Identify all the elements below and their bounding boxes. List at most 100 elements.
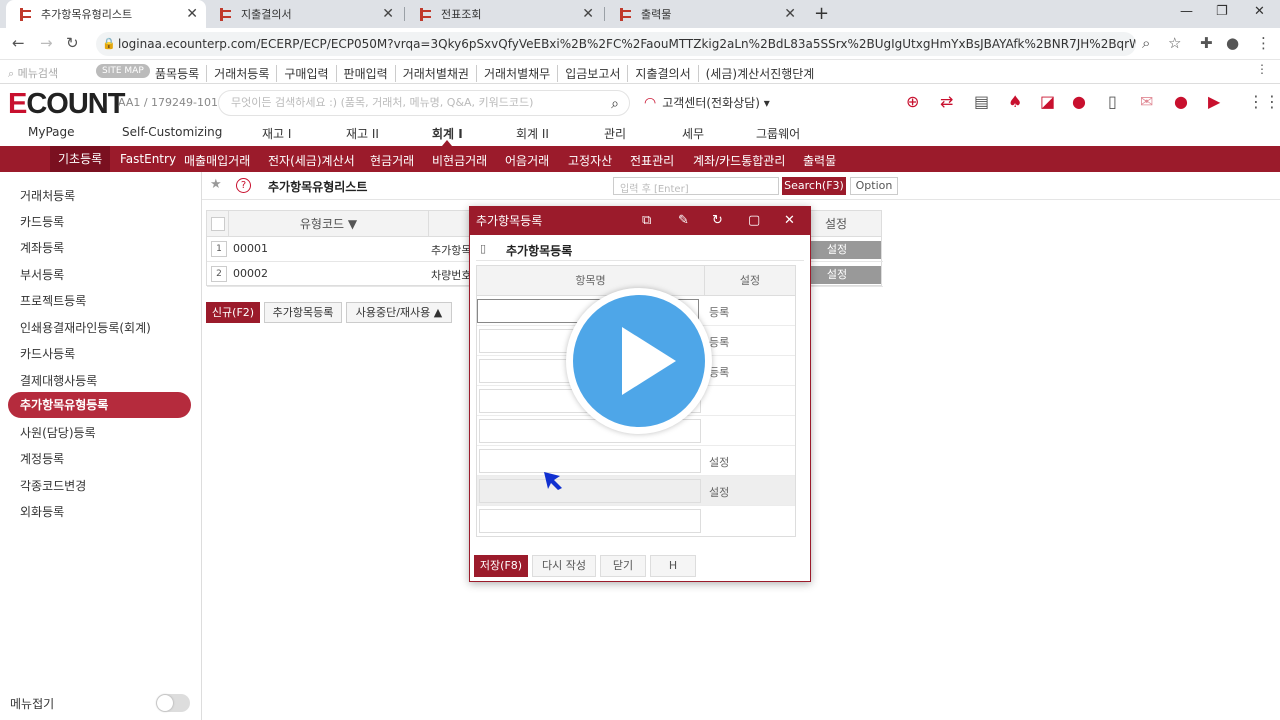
sidebar-item[interactable]: 인쇄용결재라인등록(회계)	[20, 319, 151, 336]
submenu-basic-registration[interactable]: 기초등록	[50, 146, 111, 172]
quick-menu-item[interactable]: 거래처별채권	[396, 65, 477, 82]
back-icon[interactable]: ←	[12, 34, 25, 52]
select-all-header[interactable]	[207, 211, 229, 237]
refresh-icon[interactable]: ↻	[712, 207, 723, 235]
bookmark-star-icon[interactable]: ☆	[1168, 34, 1181, 52]
search-button[interactable]: Search(F3)	[782, 177, 846, 195]
submenu-voucher[interactable]: 전표관리	[630, 152, 674, 169]
quick-menu-item[interactable]: 입금보고서	[558, 65, 629, 82]
submenu-sales-purchase[interactable]: 매출매입거래	[184, 152, 250, 169]
item-setting-link[interactable]: 등록	[709, 364, 729, 380]
menu-fold-toggle[interactable]	[156, 694, 190, 712]
option-button[interactable]: Option	[850, 177, 898, 195]
new-button[interactable]: 신규(F2)	[206, 302, 260, 323]
chart-icon[interactable]: ◪	[1040, 92, 1055, 111]
reload-icon[interactable]: ↻	[66, 34, 79, 52]
window-close-icon[interactable]: ✕	[1254, 4, 1265, 19]
main-menu-inventory-2[interactable]: 재고 II	[346, 125, 379, 142]
list-search-input[interactable]: 입력 후 [Enter]	[613, 177, 779, 195]
item-setting-link[interactable]: 설정	[709, 454, 729, 470]
type-name-cell[interactable]: 추가항목	[431, 242, 471, 258]
column-header-type-code[interactable]: 유형코드 ▼	[229, 211, 429, 237]
extensions-icon[interactable]: ✚	[1200, 34, 1213, 52]
more-icon[interactable]: ⋮	[1256, 62, 1268, 76]
type-code-cell[interactable]: 00002	[233, 267, 268, 280]
browser-tab[interactable]: 지출결의서 ✕	[206, 0, 402, 28]
toggle-use-button[interactable]: 사용중단/재사용 ▲	[346, 302, 452, 323]
history-button[interactable]: H	[650, 555, 696, 577]
chat-icon[interactable]: ●	[1072, 92, 1086, 111]
close-button[interactable]: 닫기	[600, 555, 646, 577]
save-button[interactable]: 저장(F8)	[474, 555, 528, 577]
item-setting-link[interactable]: 설정	[709, 484, 729, 500]
submenu-non-cash[interactable]: 비현금거래	[432, 152, 487, 169]
mobile-icon[interactable]: ▯	[1108, 92, 1117, 111]
main-menu-accounting-2[interactable]: 회계 II	[516, 125, 549, 142]
main-menu-inventory-1[interactable]: 재고 I	[262, 125, 291, 142]
submenu-bill[interactable]: 어음거래	[505, 152, 549, 169]
add-item-button[interactable]: 추가항목등록	[264, 302, 342, 323]
search-icon[interactable]: ⌕	[611, 92, 619, 116]
type-code-cell[interactable]: 00001	[233, 242, 268, 255]
mail-icon[interactable]: ✉	[1140, 92, 1153, 111]
minimize-icon[interactable]: —	[1180, 4, 1193, 19]
submenu-fixed-assets[interactable]: 고정자산	[568, 152, 612, 169]
browser-tab[interactable]: 출력물 ✕	[606, 0, 804, 28]
zoom-icon[interactable]: ⌕	[1142, 34, 1150, 52]
submenu-e-invoice[interactable]: 전자(세금)계산서	[268, 152, 355, 169]
maximize-icon[interactable]: ▢	[748, 207, 760, 235]
logout-icon[interactable]: ▶	[1208, 92, 1220, 111]
sidebar-item[interactable]: 결제대행사등록	[20, 372, 97, 389]
add-tab-icon[interactable]: ⊕	[906, 92, 919, 111]
new-tab-icon[interactable]: +	[814, 3, 829, 24]
sidebar-item[interactable]: 각종코드변경	[20, 477, 86, 494]
transfer-icon[interactable]: ⇄	[940, 92, 953, 111]
close-icon[interactable]: ✕	[784, 207, 795, 235]
main-menu-groupware[interactable]: 그룹웨어	[756, 125, 800, 142]
submenu-account-card[interactable]: 계좌/카드통합관리	[693, 152, 785, 169]
url-field[interactable]: 🔒 loginaa.ecounterp.com/ECERP/ECP/ECP050…	[96, 32, 1136, 56]
sidebar-item-active[interactable]: 추가항목유형등록	[8, 392, 191, 418]
type-name-cell[interactable]: 차량번호	[431, 267, 471, 283]
sidebar-item[interactable]: 계좌등록	[20, 239, 64, 256]
dialog-titlebar[interactable]: 추가항목등록 ⧉ ✎ ↻ ▢ ✕	[470, 207, 810, 235]
main-menu-self-customizing[interactable]: Self-Customizing	[122, 125, 222, 139]
help-icon[interactable]: ?	[236, 178, 251, 193]
close-icon[interactable]: ✕	[582, 6, 594, 22]
sidebar-item[interactable]: 사원(담당)등록	[20, 424, 96, 441]
menu-search-input[interactable]: ⌕ 메뉴검색	[8, 65, 58, 81]
close-icon[interactable]: ✕	[186, 6, 198, 22]
quick-menu-item[interactable]: 지출결의서	[628, 65, 699, 82]
sidebar-item[interactable]: 외화등록	[20, 503, 64, 520]
sitemap-button[interactable]: SITE MAP	[96, 64, 150, 78]
global-search-input[interactable]: 무엇이든 검색하세요 :) (품목, 거래처, 메뉴명, Q&A, 키워드코드)…	[218, 90, 630, 116]
sidebar-item[interactable]: 계정등록	[20, 450, 64, 467]
item-setting-link[interactable]: 등록	[709, 304, 729, 320]
forward-icon[interactable]: →	[40, 34, 53, 52]
profile-icon[interactable]: ●	[1226, 34, 1239, 52]
main-menu-tax[interactable]: 세무	[682, 125, 704, 142]
close-icon[interactable]: ✕	[784, 6, 796, 22]
customer-center-button[interactable]: ◠ 고객센터(전화상담) ▾	[644, 94, 770, 111]
ecount-logo[interactable]: ECOUNT	[8, 88, 125, 121]
video-play-icon[interactable]	[566, 288, 712, 434]
quick-menu-item[interactable]: 판매입력	[337, 65, 396, 82]
sidebar-item[interactable]: 부서등록	[20, 266, 64, 283]
item-name-input[interactable]	[479, 449, 701, 473]
quick-menu-item[interactable]: 구매입력	[277, 65, 337, 82]
browser-tab[interactable]: 전표조회 ✕	[406, 0, 602, 28]
rewrite-button[interactable]: 다시 작성	[532, 555, 596, 577]
bell-icon[interactable]: ♠	[1008, 92, 1022, 111]
submenu-fastentry[interactable]: FastEntry	[120, 152, 176, 166]
quick-menu-item[interactable]: 품목등록	[148, 65, 208, 82]
submenu-cash[interactable]: 현금거래	[370, 152, 414, 169]
sidebar-item[interactable]: 프로젝트등록	[20, 292, 86, 309]
main-menu-management[interactable]: 관리	[604, 125, 626, 142]
sidebar-item[interactable]: 카드사등록	[20, 345, 75, 362]
main-menu-mypage[interactable]: MyPage	[28, 125, 75, 139]
select-all-checkbox[interactable]	[211, 217, 225, 231]
clipboard-icon[interactable]: ▤	[974, 92, 989, 111]
submenu-printouts[interactable]: 출력물	[803, 152, 836, 169]
sidebar-item[interactable]: 카드등록	[20, 213, 64, 230]
close-icon[interactable]: ✕	[382, 6, 394, 22]
